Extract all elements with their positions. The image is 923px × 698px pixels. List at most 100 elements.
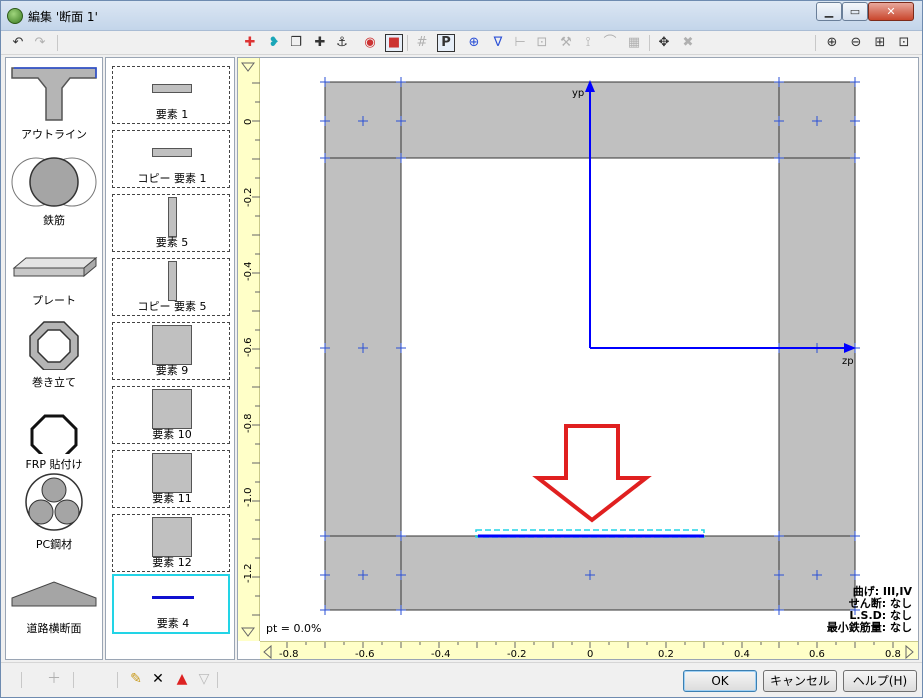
element-label: 要素 1 (155, 108, 189, 121)
pan-icon[interactable]: ✥ (655, 34, 673, 52)
element-thumbnail (152, 148, 192, 157)
ruler-up-icon (241, 62, 255, 72)
toolbar: ↶ ↷ ✚ ❥ ❐ ✚ ⚓ ◉ ■ # P ⊕ ∇ ⊢ ⊡ ⚒ ⟟ ⌒ ▦ ✥ … (1, 31, 922, 55)
add-icon[interactable]: ＋ (45, 670, 63, 688)
element-thumbnail (152, 517, 192, 557)
grid-icon[interactable]: # (413, 34, 431, 52)
x-tick: 0.6 (809, 649, 825, 659)
delete-x-icon[interactable]: ✕ (149, 670, 167, 688)
element-card[interactable]: 要素 11 (112, 450, 230, 508)
x-tick: -0.2 (507, 649, 527, 659)
app-icon (7, 8, 23, 24)
minimize-button[interactable]: ▁ (816, 2, 842, 21)
yp-label: yp (572, 88, 584, 99)
x-tick: 0.4 (734, 649, 750, 659)
palette-pc-steel[interactable]: PC鋼材 (6, 472, 102, 552)
element-thumbnail (152, 325, 192, 365)
palette-label: FRP 貼付け (25, 458, 83, 471)
element-thumbnail (168, 197, 177, 237)
y-tick: 0 (243, 119, 254, 125)
dim4-icon[interactable]: ⟟ (579, 34, 597, 52)
road-section-icon (11, 581, 97, 607)
palette-icon[interactable]: ◉ (361, 34, 379, 52)
window-title: 編集 '断面 1' (28, 10, 98, 24)
element-card[interactable]: 要素 10 (112, 386, 230, 444)
element-label: コピー 要素 1 (137, 172, 207, 185)
move-down-icon[interactable]: ▽ (195, 670, 213, 688)
y-tick: -0.4 (243, 261, 254, 281)
jacketing-icon (29, 321, 79, 371)
palette-rebar[interactable]: 鉄筋 (6, 150, 102, 228)
element-card[interactable]: コピー 要素 5 (112, 258, 230, 316)
anchor-icon[interactable]: ⚓ (333, 34, 351, 52)
redo-icon[interactable]: ↷ (31, 34, 49, 52)
title-bar: 編集 '断面 1' ▁ ▭ ✕ (1, 1, 922, 31)
section-canvas[interactable]: yp zp 0 -0.2 -0.4 -0.6 -0.8 -1.0 -1.2 -0… (237, 57, 919, 660)
dim5-icon[interactable]: ⌒ (601, 34, 619, 52)
x-tick: -0.8 (279, 649, 299, 659)
min-rebar-info: 最小鉄筋量: なし (826, 621, 912, 634)
copy-icon[interactable]: ❐ (287, 34, 305, 52)
y-tick: -1.2 (243, 563, 254, 583)
frp-icon (30, 414, 78, 460)
element-label: 要素 5 (155, 236, 189, 249)
palette-jacketing[interactable]: 巻き立て (6, 320, 102, 390)
element-label: 要素 10 (152, 428, 192, 441)
zoom-out-icon[interactable]: ⊖ (847, 34, 865, 52)
heart-icon[interactable]: ❥ (265, 34, 283, 52)
palette-outline[interactable]: アウトライン (6, 62, 102, 141)
palette-label: PC鋼材 (35, 538, 73, 551)
dim3-icon[interactable]: ⚒ (557, 34, 575, 52)
x-tick-labels: -0.8 -0.6 -0.4 -0.2 0 0.2 0.4 0.6 0.8 (279, 649, 901, 659)
undo-icon[interactable]: ↶ (9, 34, 27, 52)
close-button[interactable]: ✕ (868, 2, 914, 21)
maximize-button[interactable]: ▭ (842, 2, 868, 21)
delete-icon[interactable]: ✖ (679, 34, 697, 52)
component-palette: アウトライン 鉄筋 プレート 巻き立て FRP 貼付け PC鋼材 道路横断面 (5, 57, 103, 660)
element-card-selected[interactable]: 要素 4 (112, 574, 230, 634)
y-tick-labels: 0 -0.2 -0.4 -0.6 -0.8 -1.0 -1.2 (243, 119, 254, 583)
stop-icon[interactable]: ■ (385, 34, 403, 52)
center-icon[interactable]: ⊕ (465, 34, 483, 52)
zoom-window-icon[interactable]: ⊡ (895, 34, 913, 52)
zoom-in-icon[interactable]: ⊕ (823, 34, 841, 52)
palette-plate[interactable]: プレート (6, 248, 102, 310)
ruler-left-icon (263, 644, 272, 659)
element-label: 要素 4 (156, 617, 190, 630)
element-thumbnail (168, 261, 177, 301)
palette-road-section[interactable]: 道路横断面 (6, 578, 102, 638)
pc-steel-icon (25, 473, 83, 531)
dim2-icon[interactable]: ⊡ (533, 34, 551, 52)
slope-icon[interactable]: ∇ (489, 34, 507, 52)
pt-ratio-label: pt = 0.0% (266, 622, 322, 635)
red-down-arrow (532, 424, 652, 523)
palette-frp[interactable]: FRP 貼付け (6, 414, 102, 472)
ok-button[interactable]: OK (683, 670, 757, 692)
ruler-down-icon (241, 627, 255, 637)
element-thumbnail (152, 453, 192, 493)
cancel-button[interactable]: キャンセル (763, 670, 837, 692)
x-tick: 0 (587, 649, 593, 659)
element-card[interactable]: 要素 1 (112, 66, 230, 124)
palette-label: 鉄筋 (43, 214, 65, 227)
element-card[interactable]: コピー 要素 1 (112, 130, 230, 188)
element-card[interactable]: 要素 5 (112, 194, 230, 252)
help-button[interactable]: ヘルプ(H) (843, 670, 917, 692)
x-tick: 0.2 (658, 649, 674, 659)
add-points-icon[interactable]: ✚ (241, 34, 259, 52)
element-card[interactable]: 要素 9 (112, 322, 230, 380)
section-drawing: yp zp 0 -0.2 -0.4 -0.6 -0.8 -1.0 -1.2 -0… (241, 62, 914, 659)
edit-pencil-icon[interactable]: ✎ (127, 670, 145, 688)
bottom-bar: ＋ ✎ ✕ ▲ ▽ OK キャンセル ヘルプ(H) (1, 662, 922, 697)
move-up-icon[interactable]: ▲ (173, 670, 191, 688)
element-label: 要素 12 (152, 556, 192, 569)
plus-icon[interactable]: ✚ (311, 34, 329, 52)
x-tick: 0.8 (885, 649, 901, 659)
dim6-icon[interactable]: ▦ (625, 34, 643, 52)
element-card[interactable]: 要素 12 (112, 514, 230, 572)
element-label: コピー 要素 5 (137, 300, 207, 313)
section-properties-icon[interactable]: P (437, 34, 455, 52)
dim1-icon[interactable]: ⊢ (511, 34, 529, 52)
zoom-fit-icon[interactable]: ⊞ (871, 34, 889, 52)
y-tick: -0.6 (243, 337, 254, 357)
